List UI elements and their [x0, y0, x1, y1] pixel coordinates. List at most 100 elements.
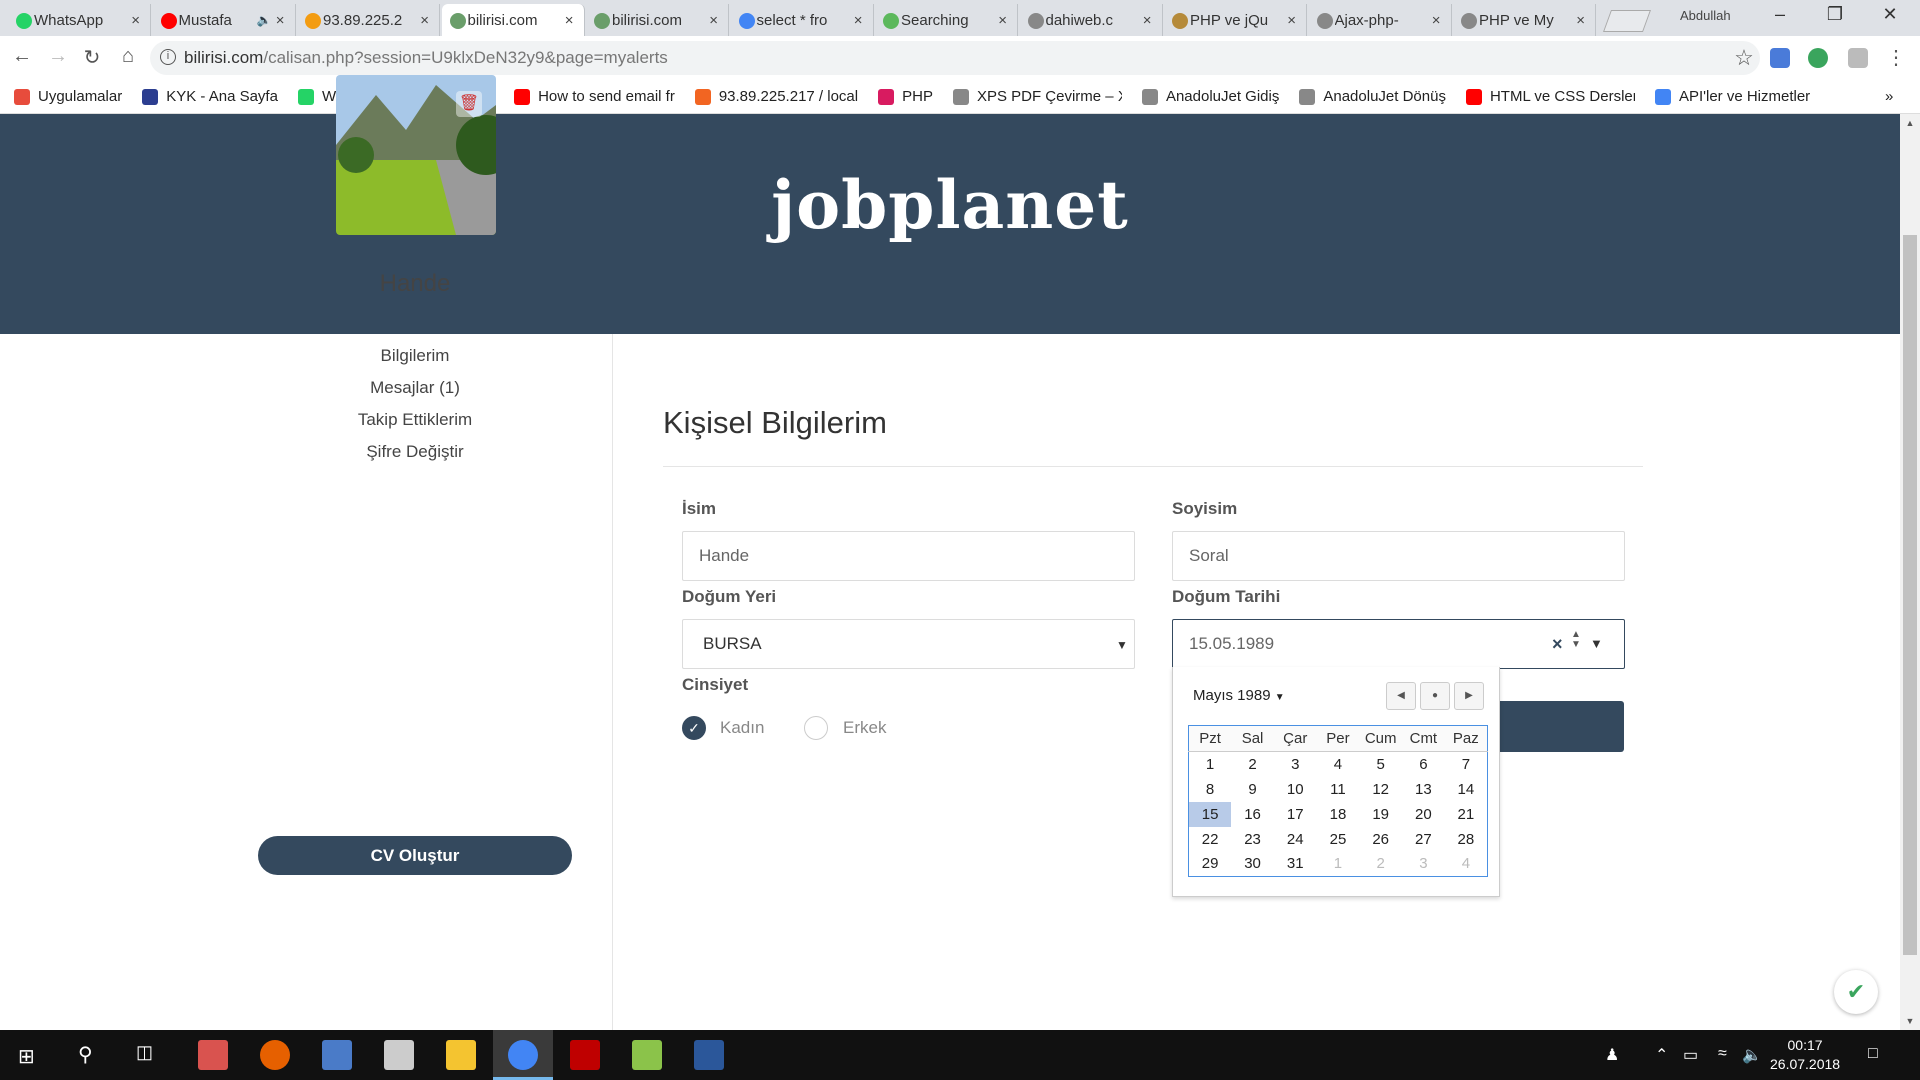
notifications-icon[interactable]: □: [1868, 1045, 1878, 1063]
calendar-day[interactable]: 15: [1188, 801, 1232, 827]
minimize-icon[interactable]: –: [1760, 4, 1800, 25]
calendar-day[interactable]: 7: [1445, 752, 1488, 777]
bookmark-item[interactable]: API'ler ve Hizmetler: [1654, 88, 1810, 105]
today-icon[interactable]: ●: [1420, 682, 1450, 710]
calendar-day[interactable]: 27: [1402, 827, 1445, 852]
restore-icon[interactable]: ❐: [1815, 4, 1855, 25]
calendar-day[interactable]: 1: [1189, 752, 1232, 777]
last-name-input[interactable]: Soral: [1172, 531, 1625, 581]
calculator-icon[interactable]: [384, 1040, 414, 1070]
browser-tab[interactable]: bilirisi.com ×: [441, 4, 585, 36]
tray-chevron-icon[interactable]: ⌃: [1655, 1045, 1668, 1065]
browser-tab[interactable]: dahiweb.c ×: [1019, 4, 1163, 36]
back-icon[interactable]: ←: [8, 45, 36, 68]
calendar-day[interactable]: 21: [1445, 802, 1488, 827]
menu-dots-icon[interactable]: ⋮: [1882, 45, 1910, 70]
calendar-day[interactable]: 13: [1402, 777, 1445, 802]
date-dropdown-icon[interactable]: ▼: [1590, 636, 1603, 651]
filezilla-icon[interactable]: [570, 1040, 600, 1070]
calendar-day[interactable]: 25: [1317, 827, 1360, 852]
browser-tab[interactable]: Searching ×: [875, 4, 1018, 36]
calendar-day[interactable]: 9: [1231, 777, 1274, 802]
tab-close-icon[interactable]: ×: [276, 12, 285, 29]
calendar-day[interactable]: 14: [1445, 777, 1488, 802]
next-month-icon[interactable]: ▶: [1454, 682, 1484, 710]
browser-tab[interactable]: 93.89.225.2 ×: [297, 4, 440, 36]
calendar-day[interactable]: 16: [1231, 802, 1274, 827]
bookmark-item[interactable]: KYK - Ana Sayfa: [142, 88, 278, 105]
home-icon[interactable]: ⌂: [114, 45, 142, 68]
calendar-day[interactable]: 6: [1402, 752, 1445, 777]
calendar-day[interactable]: 5: [1359, 752, 1402, 777]
browser-tab[interactable]: Ajax-php- ×: [1308, 4, 1452, 36]
datepicker-month-select[interactable]: Mayıs 1989 ▼: [1193, 687, 1285, 704]
calendar-day[interactable]: 8: [1189, 777, 1232, 802]
calendar-day[interactable]: 4: [1317, 752, 1360, 777]
tab-close-icon[interactable]: ×: [565, 12, 574, 29]
menu-item-bilgilerim[interactable]: Bilgilerim: [0, 340, 830, 372]
reload-icon[interactable]: ↻: [78, 45, 106, 70]
site-logo[interactable]: jobplanet: [0, 166, 1900, 244]
tab-close-icon[interactable]: ×: [1287, 12, 1296, 29]
bookmarks-overflow-icon[interactable]: »: [1885, 88, 1893, 105]
shield-extension-icon[interactable]: [1770, 48, 1790, 68]
calendar-day[interactable]: 3: [1274, 752, 1317, 777]
calendar-day[interactable]: 4: [1445, 852, 1488, 877]
paint-icon[interactable]: [198, 1040, 228, 1070]
firefox-icon[interactable]: [260, 1040, 290, 1070]
people-icon[interactable]: ♟: [1605, 1045, 1619, 1065]
calendar-day[interactable]: 19: [1359, 802, 1402, 827]
gender-female-label[interactable]: Kadın: [720, 718, 764, 738]
security-shield-icon[interactable]: ✔: [1834, 970, 1878, 1014]
tab-close-icon[interactable]: ×: [1143, 12, 1152, 29]
calendar-day[interactable]: 17: [1274, 802, 1317, 827]
tab-close-icon[interactable]: ×: [709, 12, 718, 29]
gender-male-label[interactable]: Erkek: [843, 718, 886, 738]
notepadpp-icon[interactable]: [632, 1040, 662, 1070]
first-name-input[interactable]: Hande: [682, 531, 1135, 581]
tab-close-icon[interactable]: ×: [1576, 12, 1585, 29]
tab-audio-icon[interactable]: 🔈: [257, 13, 272, 27]
volume-icon[interactable]: 🔈: [1742, 1045, 1762, 1065]
bookmark-item[interactable]: Uygulamalar: [14, 88, 122, 105]
browser-tab[interactable]: PHP ve My ×: [1453, 4, 1596, 36]
scroll-up-icon[interactable]: ▲: [1900, 118, 1920, 128]
calendar-day[interactable]: 28: [1445, 827, 1488, 852]
remote-desktop-icon[interactable]: [322, 1040, 352, 1070]
bookmark-item[interactable]: 93.89.225.217 / local: [694, 88, 858, 105]
calendar-day[interactable]: 2: [1231, 752, 1274, 777]
tab-close-icon[interactable]: ×: [131, 12, 140, 29]
profile-name[interactable]: Abdullah: [1680, 8, 1731, 23]
browser-tab[interactable]: select * fro ×: [730, 4, 874, 36]
vpn-extension-icon[interactable]: [1808, 48, 1828, 68]
scrollbar-thumb[interactable]: [1903, 235, 1917, 955]
spin-icon[interactable]: ▲ ▼: [1571, 630, 1581, 650]
calendar-day[interactable]: 24: [1274, 827, 1317, 852]
calendar-day[interactable]: 20: [1402, 802, 1445, 827]
calendar-day[interactable]: 10: [1274, 777, 1317, 802]
browser-tab[interactable]: PHP ve jQu ×: [1164, 4, 1307, 36]
prev-month-icon[interactable]: ◀: [1386, 682, 1416, 710]
tab-close-icon[interactable]: ×: [998, 12, 1007, 29]
file-explorer-icon[interactable]: [446, 1040, 476, 1070]
tab-close-icon[interactable]: ×: [420, 12, 429, 29]
bookmark-item[interactable]: HTML ve CSS Dersleri: [1465, 88, 1635, 105]
puzzle-extension-icon[interactable]: [1848, 48, 1868, 68]
browser-tab[interactable]: WhatsApp ×: [8, 4, 151, 36]
browser-tab[interactable]: bilirisi.com ×: [586, 4, 729, 36]
birthplace-select[interactable]: BURSA: [682, 619, 1135, 669]
tab-close-icon[interactable]: ×: [854, 12, 863, 29]
bookmark-item[interactable]: XPS PDF Çevirme – X: [952, 88, 1122, 105]
gender-male-radio[interactable]: [804, 716, 828, 740]
bookmark-item[interactable]: AnadoluJet Dönüş: [1299, 88, 1446, 105]
word-icon[interactable]: [694, 1040, 724, 1070]
calendar-day[interactable]: 1: [1317, 852, 1360, 877]
calendar-day[interactable]: 18: [1317, 802, 1360, 827]
gender-female-radio[interactable]: ✓: [682, 716, 706, 740]
task-view-icon[interactable]: ◫: [136, 1042, 153, 1063]
windows-start-icon[interactable]: ⊞: [18, 1044, 35, 1069]
save-button[interactable]: [1490, 701, 1624, 752]
wifi-icon[interactable]: ≈: [1718, 1045, 1727, 1063]
bookmark-item[interactable]: AnadoluJet Gidiş: [1141, 88, 1279, 105]
calendar-day[interactable]: 29: [1189, 852, 1232, 877]
